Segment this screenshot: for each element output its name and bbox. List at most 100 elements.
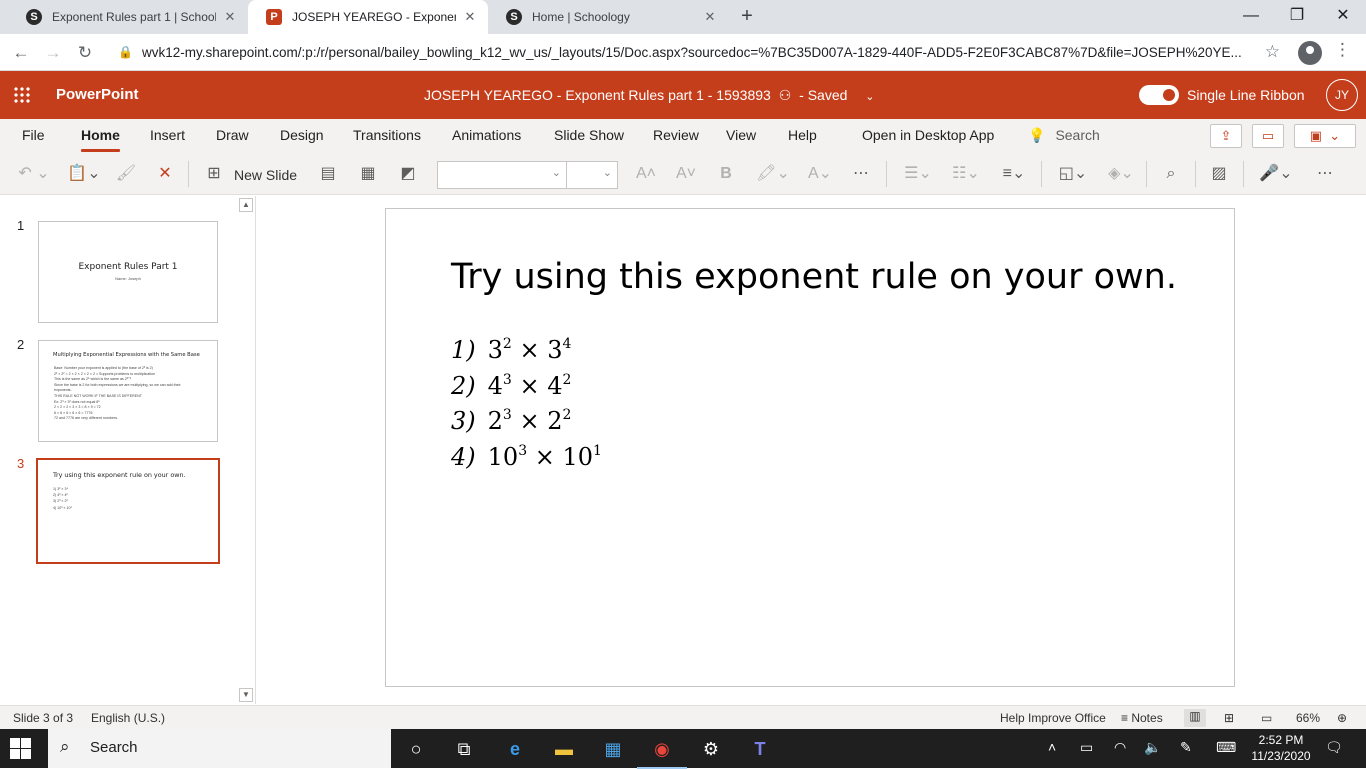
- font-color-icon[interactable]: A⌄: [803, 164, 837, 184]
- slide-thumbnail-1[interactable]: Exponent Rules Part 1 Name: Joseph: [38, 221, 218, 323]
- reload-button[interactable]: ↻: [72, 40, 98, 66]
- paste-icon[interactable]: 📋⌄: [66, 164, 102, 184]
- tab-file[interactable]: File: [22, 127, 45, 143]
- undo-icon[interactable]: ↶ ⌄: [16, 164, 52, 184]
- problem-item[interactable]: 4) 103 × 101: [451, 443, 602, 471]
- thumbnail-scrollbar[interactable]: ▲ ▼: [237, 196, 255, 704]
- url-text[interactable]: wvk12-my.sharepoint.com/:p:/r/personal/b…: [142, 45, 1252, 60]
- slide-thumbnail-3[interactable]: Try using this exponent rule on your own…: [36, 458, 220, 564]
- current-slide[interactable]: Try using this exponent rule on your own…: [385, 208, 1235, 687]
- tab-home[interactable]: Home: [81, 127, 120, 152]
- format-painter-icon[interactable]: 🖌: [115, 164, 137, 184]
- tab-slide-show[interactable]: Slide Show: [554, 127, 624, 143]
- tab-review[interactable]: Review: [653, 127, 699, 143]
- restore-button[interactable]: ❐: [1274, 0, 1320, 32]
- scroll-up-icon[interactable]: ▲: [239, 198, 253, 212]
- delete-slide-icon[interactable]: ✕: [154, 164, 176, 184]
- back-button[interactable]: ←: [8, 40, 34, 66]
- problem-item[interactable]: 3) 23 × 22: [451, 407, 571, 435]
- show-hidden-icons-icon[interactable]: ˄: [1048, 739, 1056, 755]
- shapes-icon[interactable]: ◱⌄: [1055, 164, 1091, 184]
- browser-menu-icon[interactable]: ⋮: [1334, 40, 1351, 60]
- browser-tab-schoology-home[interactable]: S Home | Schoology ✕: [488, 0, 728, 34]
- bookmark-star-icon[interactable]: ☆: [1265, 42, 1280, 62]
- help-improve-office-link[interactable]: Help Improve Office: [1000, 711, 1106, 725]
- share-icon[interactable]: ⇪: [1210, 124, 1242, 148]
- single-line-ribbon-toggle[interactable]: [1139, 85, 1179, 105]
- bold-icon[interactable]: B: [716, 164, 736, 184]
- tab-animations[interactable]: Animations: [452, 127, 521, 143]
- tab-view[interactable]: View: [726, 127, 756, 143]
- document-title[interactable]: JOSEPH YEAREGO - Exponent Rules part 1 -…: [424, 87, 875, 104]
- volume-icon[interactable]: 🔈: [1144, 739, 1161, 756]
- format-background-icon[interactable]: ◩: [398, 164, 418, 184]
- slide-sorter-icon[interactable]: ⊞: [1224, 711, 1234, 725]
- browser-tab-schoology-assignment[interactable]: S Exponent Rules part 1 | Schoology ✕: [8, 0, 248, 34]
- minimize-button[interactable]: —: [1228, 0, 1274, 32]
- address-bar[interactable]: 🔒 wvk12-my.sharepoint.com/:p:/r/personal…: [108, 39, 1288, 67]
- cortana-icon[interactable]: ○: [403, 736, 429, 762]
- notifications-icon[interactable]: 🗨: [1325, 739, 1343, 756]
- close-icon[interactable]: ✕: [462, 9, 478, 25]
- find-icon[interactable]: ⌕: [1160, 164, 1182, 184]
- keyboard-icon[interactable]: ⌨: [1216, 739, 1236, 756]
- windows-start-icon[interactable]: [10, 738, 32, 760]
- dictate-microphone-icon[interactable]: 🎤⌄: [1258, 164, 1294, 184]
- settings-gear-icon[interactable]: ⚙: [698, 736, 724, 762]
- teams-icon[interactable]: T: [747, 736, 773, 762]
- chevron-down-icon[interactable]: ⌄: [865, 91, 874, 103]
- wifi-icon[interactable]: ◠: [1114, 739, 1126, 756]
- present-dropdown-icon[interactable]: ▣ ⌄: [1294, 124, 1356, 148]
- increase-font-size-icon[interactable]: A˄: [636, 164, 656, 184]
- shape-fill-icon[interactable]: ◈⌄: [1103, 164, 1139, 184]
- more-font-options-icon[interactable]: ⋯: [850, 164, 872, 184]
- microsoft-store-icon[interactable]: ▦: [600, 736, 626, 762]
- file-explorer-icon[interactable]: ▬: [551, 736, 577, 762]
- new-tab-button[interactable]: +: [735, 5, 759, 29]
- tab-help[interactable]: Help: [788, 127, 817, 143]
- pen-workspace-icon[interactable]: ✎: [1180, 739, 1192, 756]
- fit-to-window-icon[interactable]: ⊕: [1337, 711, 1347, 725]
- decrease-font-size-icon[interactable]: A˅: [676, 164, 696, 184]
- tab-design[interactable]: Design: [280, 127, 324, 143]
- slide-thumbnail-2[interactable]: Multiplying Exponential Expressions with…: [38, 340, 218, 442]
- designer-icon[interactable]: ▨: [1208, 164, 1230, 184]
- bullets-icon[interactable]: ☰⌄: [900, 164, 936, 184]
- zoom-level[interactable]: 66%: [1296, 711, 1320, 725]
- align-icon[interactable]: ≡⌄: [996, 164, 1032, 184]
- numbering-icon[interactable]: ☷⌄: [948, 164, 984, 184]
- system-clock[interactable]: 2:52 PM 11/23/2020: [1246, 732, 1316, 764]
- problem-item[interactable]: 2) 43 × 42: [451, 372, 571, 400]
- comments-icon[interactable]: ▭: [1252, 124, 1284, 148]
- more-options-icon[interactable]: ⋯: [1314, 164, 1336, 184]
- font-size-dropdown[interactable]: ⌄: [566, 161, 618, 189]
- open-in-desktop-app-button[interactable]: Open in Desktop App: [862, 127, 994, 143]
- close-window-button[interactable]: ✕: [1320, 0, 1366, 32]
- edge-browser-icon[interactable]: e: [502, 736, 528, 762]
- tab-draw[interactable]: Draw: [216, 127, 249, 143]
- user-avatar[interactable]: JY: [1326, 79, 1358, 111]
- forward-button[interactable]: →: [40, 40, 66, 66]
- ribbon-search[interactable]: 💡 Search: [1028, 127, 1100, 144]
- browser-tab-powerpoint[interactable]: P JOSEPH YEAREGO - Exponent Rules part 1…: [248, 0, 488, 34]
- scroll-down-icon[interactable]: ▼: [239, 688, 253, 702]
- font-family-dropdown[interactable]: ⌄: [437, 161, 567, 189]
- task-view-icon[interactable]: ⧉: [451, 736, 477, 762]
- close-icon[interactable]: ✕: [222, 9, 238, 25]
- layout-icon[interactable]: ▤: [318, 164, 338, 184]
- tab-insert[interactable]: Insert: [150, 127, 185, 143]
- close-icon[interactable]: ✕: [702, 9, 718, 25]
- app-name[interactable]: PowerPoint: [56, 86, 139, 103]
- reading-view-icon[interactable]: ▭: [1261, 711, 1272, 725]
- slide-title[interactable]: Try using this exponent rule on your own…: [451, 257, 1177, 297]
- section-icon[interactable]: ▦: [358, 164, 378, 184]
- battery-icon[interactable]: ▭: [1080, 739, 1093, 756]
- new-slide-icon[interactable]: ⊞: [204, 164, 224, 184]
- language-indicator[interactable]: English (U.S.): [91, 711, 165, 725]
- notes-button[interactable]: ≡ Notes: [1121, 711, 1163, 725]
- new-slide-button[interactable]: New Slide: [234, 165, 297, 185]
- normal-view-icon[interactable]: ▥: [1184, 709, 1206, 727]
- chrome-icon[interactable]: ◉: [637, 736, 687, 769]
- taskbar-search-box[interactable]: ⌕ Search: [48, 729, 391, 768]
- app-launcher-icon[interactable]: [13, 86, 31, 104]
